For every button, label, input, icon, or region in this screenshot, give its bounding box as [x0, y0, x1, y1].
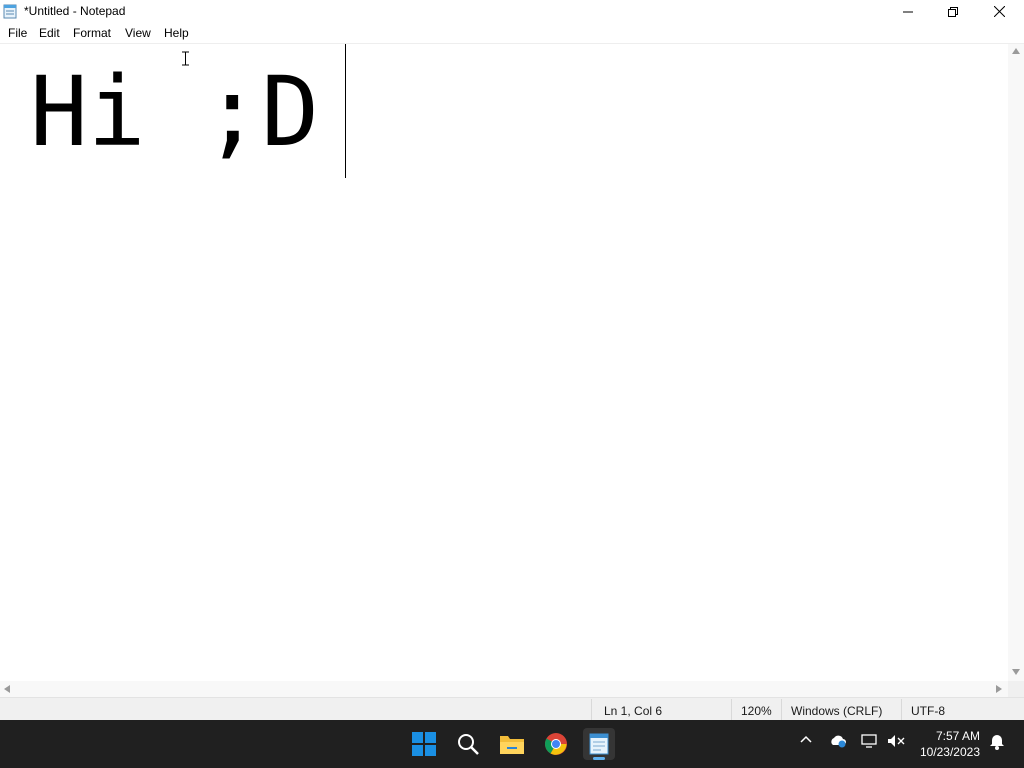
close-icon [993, 6, 1005, 17]
close-button[interactable] [976, 0, 1022, 23]
chrome-icon [545, 733, 567, 755]
scroll-corner [1008, 681, 1024, 697]
menu-format[interactable]: Format [73, 26, 111, 40]
restore-button[interactable] [930, 0, 976, 23]
clock-date: 10/23/2023 [919, 745, 980, 759]
text-caret [345, 44, 346, 178]
file-explorer-button[interactable] [496, 728, 528, 760]
active-indicator [593, 757, 605, 760]
file-explorer-icon [500, 736, 524, 754]
taskbar: 7:57 AM 10/23/2023 [0, 720, 1024, 768]
status-zoom: 120% [741, 704, 772, 718]
restore-icon [948, 6, 958, 17]
onedrive-icon[interactable] [829, 734, 847, 748]
status-separator [901, 699, 902, 721]
start-button[interactable] [408, 728, 440, 760]
search-icon [458, 734, 479, 755]
system-clock[interactable]: 7:57 AM 10/23/2023 [920, 728, 980, 760]
clock-time: 7:57 AM [935, 729, 980, 743]
ibeam-cursor-icon [182, 51, 189, 66]
notepad-icon [3, 4, 17, 19]
scroll-left-icon[interactable] [4, 685, 10, 693]
chrome-button[interactable] [540, 728, 572, 760]
status-separator [591, 699, 592, 721]
menu-help[interactable]: Help [164, 26, 189, 40]
status-cursor-position: Ln 1, Col 6 [604, 704, 663, 718]
notepad-taskbar-button[interactable] [583, 728, 615, 760]
notification-bell-icon[interactable] [989, 734, 1005, 750]
chevron-up-icon[interactable] [800, 734, 812, 746]
horizontal-scrollbar[interactable] [0, 681, 1008, 697]
scroll-right-icon[interactable] [996, 685, 1002, 693]
window-title: *Untitled - Notepad [24, 4, 126, 18]
scroll-down-icon[interactable] [1012, 669, 1020, 675]
search-button[interactable] [452, 728, 484, 760]
status-separator [781, 699, 782, 721]
status-bar: Ln 1, Col 6 120% Windows (CRLF) UTF-8 [0, 697, 1024, 721]
notepad-taskbar-icon [589, 733, 609, 755]
status-separator [731, 699, 732, 721]
network-icon[interactable] [861, 734, 879, 748]
status-encoding: UTF-8 [911, 704, 945, 718]
menu-file[interactable]: File [8, 26, 27, 40]
minimize-icon [903, 11, 913, 12]
minimize-button[interactable] [885, 0, 931, 23]
menu-edit[interactable]: Edit [39, 26, 60, 40]
status-line-ending: Windows (CRLF) [791, 704, 883, 718]
title-bar: *Untitled - Notepad [0, 0, 1024, 23]
scroll-up-icon[interactable] [1012, 48, 1020, 54]
windows-start-icon [412, 732, 436, 756]
menu-view[interactable]: View [125, 26, 151, 40]
volume-muted-icon[interactable] [887, 734, 905, 748]
editor-text: Hi ;D [30, 56, 319, 168]
vertical-scrollbar[interactable] [1008, 44, 1024, 681]
menu-bar: File Edit Format View Help [0, 23, 1024, 44]
